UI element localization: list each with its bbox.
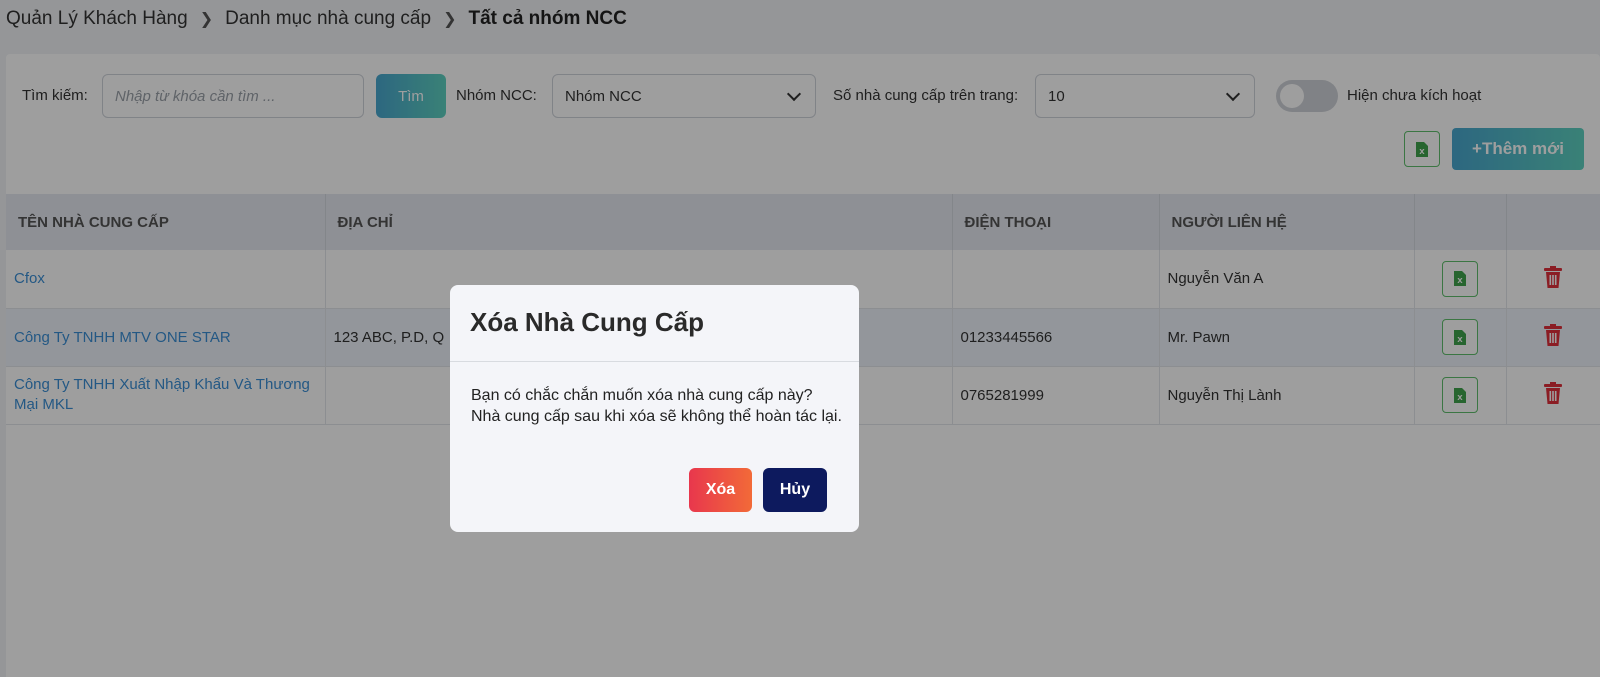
- delete-supplier-dialog: Xóa Nhà Cung Cấp Bạn có chắc chắn muốn x…: [450, 285, 859, 532]
- dialog-message-line: Bạn có chắc chắn muốn xóa nhà cung cấp n…: [471, 387, 813, 404]
- dialog-message-line: Nhà cung cấp sau khi xóa sẽ không thể ho…: [471, 408, 842, 425]
- dialog-divider: [450, 361, 859, 362]
- confirm-delete-button[interactable]: Xóa: [689, 468, 752, 512]
- cancel-button[interactable]: Hủy: [763, 468, 827, 512]
- dialog-message: Bạn có chắc chắn muốn xóa nhà cung cấp n…: [471, 385, 846, 427]
- dialog-title: Xóa Nhà Cung Cấp: [470, 307, 705, 337]
